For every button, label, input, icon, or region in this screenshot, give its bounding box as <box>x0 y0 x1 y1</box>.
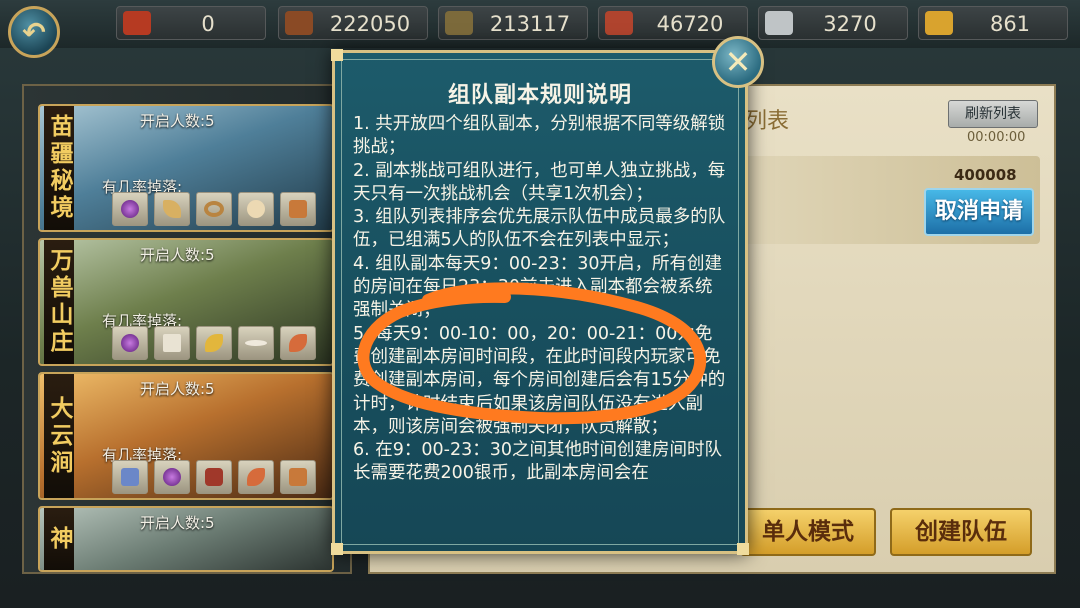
shell-icon <box>247 200 265 218</box>
drop-items <box>112 192 316 226</box>
dungeon-name: 神 <box>44 508 74 570</box>
banana-icon <box>205 334 223 352</box>
horn-icon <box>289 334 307 352</box>
dungeon-name: 苗疆秘境 <box>44 106 74 230</box>
create-team-button[interactable]: 创建队伍 <box>890 508 1032 556</box>
resource-slot-badge: 0 <box>116 6 266 40</box>
resource-slot-wood: 222050 <box>278 6 428 40</box>
drop-item[interactable] <box>196 326 232 360</box>
corner-ornament <box>737 543 749 555</box>
gold-ingot-icon <box>925 11 953 35</box>
dungeon-name: 万兽山庄 <box>44 240 74 364</box>
dungeon-list: 苗疆秘境 开启人数:5 有几率掉落: 万兽山庄 开启人数:5 有几率掉落: 大云… <box>22 84 352 574</box>
corner-ornament <box>331 543 343 555</box>
list-title: 列表 <box>745 109 790 134</box>
dungeon-card-shen[interactable]: 神 开启人数:5 <box>38 506 334 572</box>
resource-value: 0 <box>201 12 215 36</box>
red-badge-icon <box>123 11 151 35</box>
rule-item: 2. 副本挑战可组队进行，也可单人独立挑战，每天只有一次挑战机会（共享1次机会）… <box>353 160 726 204</box>
wood-logs-icon <box>285 11 313 35</box>
resource-value: 3270 <box>823 12 877 36</box>
player-count: 开启人数:5 <box>140 380 215 398</box>
claw-icon <box>163 334 181 352</box>
drop-item[interactable] <box>154 326 190 360</box>
resource-slot-gold: 861 <box>918 6 1068 40</box>
fang-icon <box>163 200 181 218</box>
resource-value: 222050 <box>329 12 411 36</box>
player-count: 开启人数:5 <box>140 514 215 532</box>
dialog-title: 组队副本规则说明 <box>447 83 632 108</box>
drop-item[interactable] <box>112 326 148 360</box>
rules-text: 1. 共开放四个组队副本，分别根据不同等级解锁挑战； 2. 副本挑战可组队进行，… <box>353 113 729 541</box>
rule-item: 3. 组队列表排序会优先展示队伍中成员最多的队伍，已组满5人的队伍不会在列表中显… <box>353 207 726 251</box>
drop-item[interactable] <box>280 460 316 494</box>
ring-icon <box>204 201 224 217</box>
purple-orb-icon <box>121 334 139 352</box>
refresh-list-button[interactable]: 刷新列表 <box>948 100 1038 128</box>
hide-icon <box>289 468 307 486</box>
corner-ornament <box>331 49 343 61</box>
rule-item: 5. 每天9：00-10：00，20：00-21：00为免费创建副本房间时间段，… <box>353 323 726 437</box>
cancel-application-button[interactable]: 取消申请 <box>924 188 1034 236</box>
purple-orb-icon <box>121 200 139 218</box>
purple-orb-icon <box>163 468 181 486</box>
resource-value: 861 <box>989 12 1031 36</box>
drop-item[interactable] <box>112 192 148 226</box>
solo-mode-button[interactable]: 单人模式 <box>740 508 876 556</box>
scroll-icon <box>121 468 139 486</box>
resource-slot-stone: 213117 <box>438 6 588 40</box>
back-button[interactable]: ↶ <box>8 6 60 58</box>
back-arrow-icon: ↶ <box>22 15 46 49</box>
drop-item[interactable] <box>238 326 274 360</box>
rule-item: 1. 共开放四个组队副本，分别根据不同等级解锁挑战； <box>353 114 726 158</box>
resource-value: 213117 <box>489 12 571 36</box>
drop-item[interactable] <box>154 192 190 226</box>
meat-icon <box>205 468 223 486</box>
refresh-timer: 00:00:00 <box>967 130 1026 145</box>
drop-item[interactable] <box>196 460 232 494</box>
resource-slot-silver: 3270 <box>758 6 908 40</box>
drop-item[interactable] <box>238 460 274 494</box>
team-id: 400008 <box>954 166 1017 184</box>
drop-items <box>112 326 316 360</box>
resource-slot-ore: 46720 <box>598 6 748 40</box>
rule-item: 6. 在9：00-23：30之间其他时间创建房间时队长需要花费200银币，此副本… <box>353 440 723 484</box>
resource-value: 46720 <box>656 12 724 36</box>
rule-item: 4. 组队副本每天9：00-23：30开启，所有创建的房间在每日23：30前未进… <box>353 253 723 321</box>
stone-slab-icon <box>445 11 473 35</box>
dungeon-name: 大云涧 <box>44 374 74 498</box>
drop-item[interactable] <box>196 192 232 226</box>
drop-item[interactable] <box>280 326 316 360</box>
horn-icon <box>247 468 265 486</box>
dungeon-card-miaojiang[interactable]: 苗疆秘境 开启人数:5 有几率掉落: <box>38 104 334 232</box>
player-count: 开启人数:5 <box>140 246 215 264</box>
close-icon: ✕ <box>724 43 752 81</box>
dungeon-card-dayun[interactable]: 大云涧 开启人数:5 有几率掉落: <box>38 372 334 500</box>
hide-icon <box>289 200 307 218</box>
bone-icon <box>245 340 267 346</box>
drop-items <box>112 460 316 494</box>
silver-ingot-icon <box>765 11 793 35</box>
drop-item[interactable] <box>280 192 316 226</box>
rules-dialog: 组队副本规则说明 1. 共开放四个组队副本，分别根据不同等级解锁挑战； 2. 副… <box>331 49 749 555</box>
close-button[interactable]: ✕ <box>712 36 764 88</box>
player-count: 开启人数:5 <box>140 112 215 130</box>
drop-item[interactable] <box>154 460 190 494</box>
dungeon-card-wanshou[interactable]: 万兽山庄 开启人数:5 有几率掉落: <box>38 238 334 366</box>
drop-item[interactable] <box>238 192 274 226</box>
ore-icon <box>605 11 633 35</box>
drop-item[interactable] <box>112 460 148 494</box>
